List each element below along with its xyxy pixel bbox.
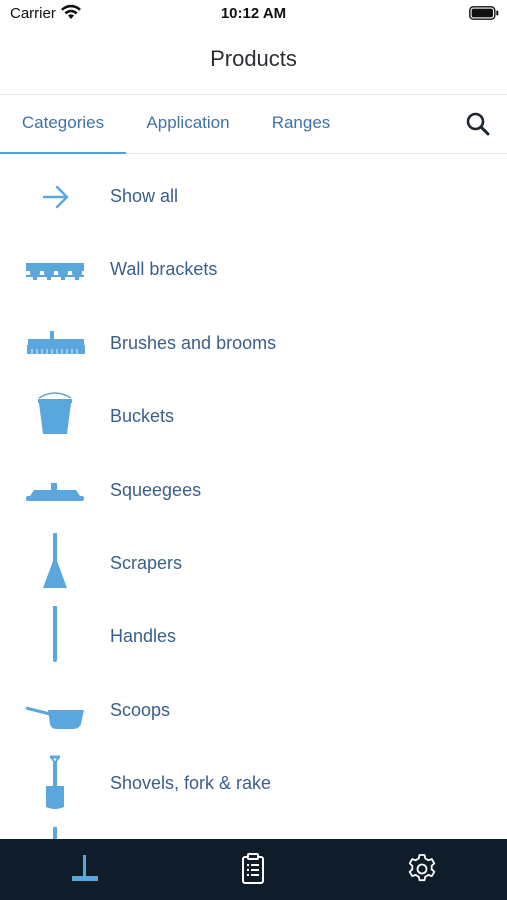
page-title: Products: [210, 46, 297, 71]
tab-ranges[interactable]: Ranges: [262, 95, 340, 153]
tab-bar-list[interactable]: [235, 851, 271, 887]
battery-icon: [469, 6, 499, 25]
bottom-tab-bar: [0, 839, 507, 900]
tab-application[interactable]: Application: [137, 95, 239, 153]
list-item-label: Shovels, fork & rake: [110, 773, 272, 794]
list-item-label: Squeegees: [110, 479, 202, 500]
list-item-label: Scrapers: [110, 552, 183, 573]
list-item-label: Show all: [110, 186, 179, 206]
list-item-label: Brushes and brooms: [110, 332, 277, 353]
squeegee-icon: [24, 460, 86, 522]
partial-list-item-icon: [53, 827, 57, 839]
tab-bar-settings[interactable]: [404, 851, 440, 887]
wall-bracket-icon: [24, 239, 86, 301]
clipboard-list-icon: [242, 853, 264, 884]
broom-icon: [24, 313, 86, 375]
list-item-label: Wall brackets: [110, 259, 218, 280]
shovel-icon: [24, 753, 86, 815]
selected-tab-indicator: [0, 152, 126, 154]
products-screen: Carrier 10:12 AM Products Categories App…: [0, 0, 507, 900]
list-item-buckets[interactable]: Buckets: [0, 380, 507, 453]
list-item-brushes-and-brooms[interactable]: Brushes and brooms: [0, 307, 507, 380]
list-item-handles[interactable]: Handles: [0, 600, 507, 673]
list-item-scrapers[interactable]: Scrapers: [0, 527, 507, 600]
bucket-icon: [24, 386, 86, 448]
list-item-shovels-fork-rake[interactable]: Shovels, fork & rake: [0, 747, 507, 820]
scraper-icon: [24, 532, 86, 595]
list-item-show-all[interactable]: Show all: [0, 160, 507, 233]
category-tabs: Categories Application Ranges: [0, 95, 507, 154]
list-item-label: Handles: [110, 626, 177, 647]
list-item-scoops[interactable]: Scoops: [0, 674, 507, 747]
navigation-bar: Products: [0, 28, 507, 95]
handle-icon: [24, 600, 86, 668]
clock: 10:12 AM: [220, 5, 287, 22]
list-item-wall-brackets[interactable]: Wall brackets: [0, 233, 507, 306]
scoop-icon: [24, 680, 86, 742]
tab-bar-products[interactable]: [67, 851, 103, 887]
products-icon: [72, 855, 98, 881]
search-button[interactable]: [465, 111, 491, 137]
list-item-squeegees[interactable]: Squeegees: [0, 454, 507, 527]
category-list: Show all Wall brackets Brushes and broom…: [0, 160, 507, 821]
search-icon: [466, 112, 490, 136]
tab-categories[interactable]: Categories: [0, 95, 126, 153]
arrow-right-icon: [24, 166, 86, 228]
gear-icon: [408, 854, 436, 882]
list-item-label: Scoops: [110, 699, 171, 720]
list-item-label: Buckets: [110, 406, 175, 427]
status-bar: Carrier 10:12 AM: [0, 0, 507, 28]
